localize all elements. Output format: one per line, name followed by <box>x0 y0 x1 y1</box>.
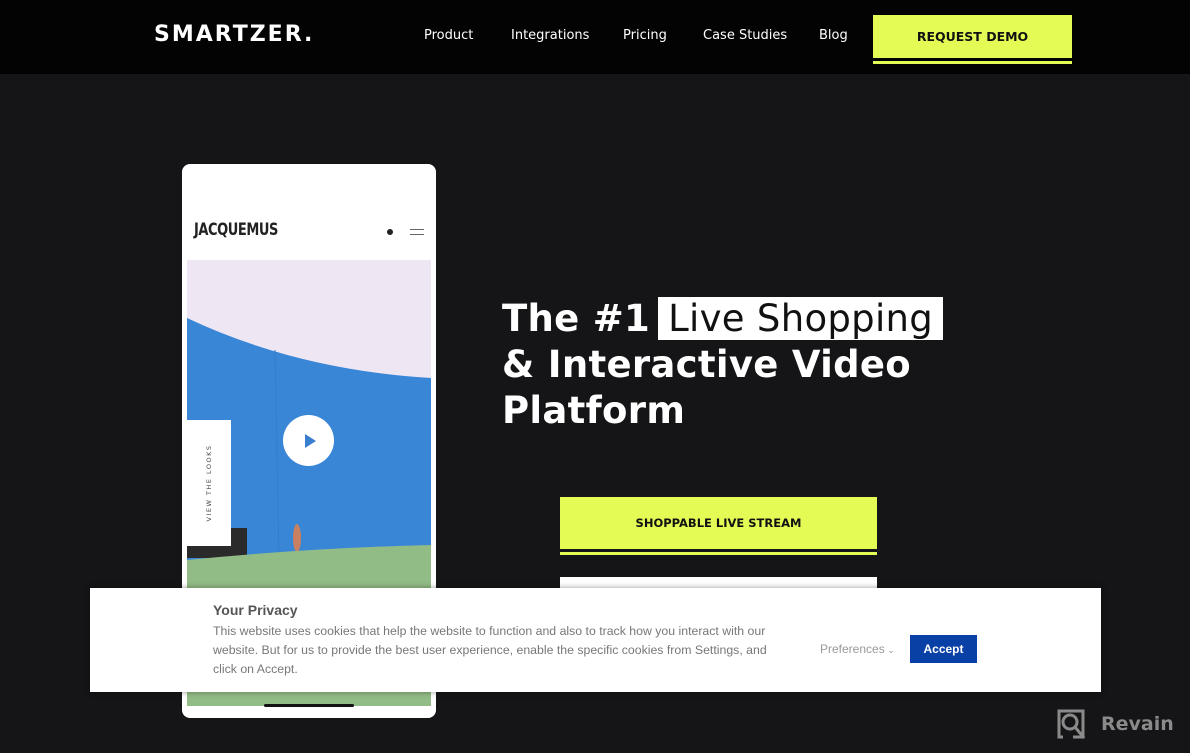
revain-logo-icon <box>1057 709 1086 739</box>
cookie-title: Your Privacy <box>213 602 298 618</box>
chevron-down-icon: ⌄ <box>884 645 895 655</box>
nav-link-blog[interactable]: Blog <box>819 28 848 43</box>
hero-headline: The #1 Live Shopping & Interactive Video … <box>502 296 944 434</box>
cookie-text: This website uses cookies that help the … <box>213 624 767 676</box>
accept-button[interactable]: Accept <box>910 635 977 663</box>
phone-brand-logo: JACQUEMUS <box>194 220 278 240</box>
view-the-looks-label: VIEW THE LOOKS <box>205 444 213 522</box>
shoppable-live-stream-button[interactable]: SHOPPABLE LIVE STREAM <box>560 497 877 549</box>
nav-link-integrations[interactable]: Integrations <box>511 28 589 43</box>
revain-watermark: Revain <box>1055 707 1174 741</box>
phone-dot-icon <box>387 229 393 235</box>
shoppable-button-underline <box>560 552 877 555</box>
phone-home-indicator <box>264 704 354 707</box>
revain-label: Revain <box>1101 713 1174 735</box>
video-model <box>293 524 301 552</box>
cookie-banner: Your Privacy This website uses cookies t… <box>90 588 1101 692</box>
preferences-label: Preferences <box>820 642 885 656</box>
hero-title-line2: & Interactive Video <box>502 343 912 386</box>
smartzer-logo[interactable]: SMARTZER. <box>154 22 314 47</box>
hamburger-menu-icon[interactable] <box>410 229 424 235</box>
play-icon <box>304 433 316 448</box>
hero-title-prefix: The #1 <box>502 297 651 340</box>
nav-link-case-studies[interactable]: Case Studies <box>703 28 787 43</box>
view-the-looks-tab[interactable]: VIEW THE LOOKS <box>187 420 231 546</box>
top-navbar: SMARTZER. Product Integrations Pricing C… <box>0 0 1190 74</box>
request-demo-underline <box>873 61 1072 64</box>
nav-link-pricing[interactable]: Pricing <box>623 28 667 43</box>
nav-link-product[interactable]: Product <box>424 28 473 43</box>
request-demo-button[interactable]: REQUEST DEMO <box>873 15 1072 58</box>
preferences-dropdown[interactable]: Preferences ⌄ <box>820 642 895 656</box>
hero-title-highlight: Live Shopping <box>658 297 944 340</box>
play-button[interactable] <box>283 415 334 466</box>
hero-title-line3: Platform <box>502 389 686 432</box>
